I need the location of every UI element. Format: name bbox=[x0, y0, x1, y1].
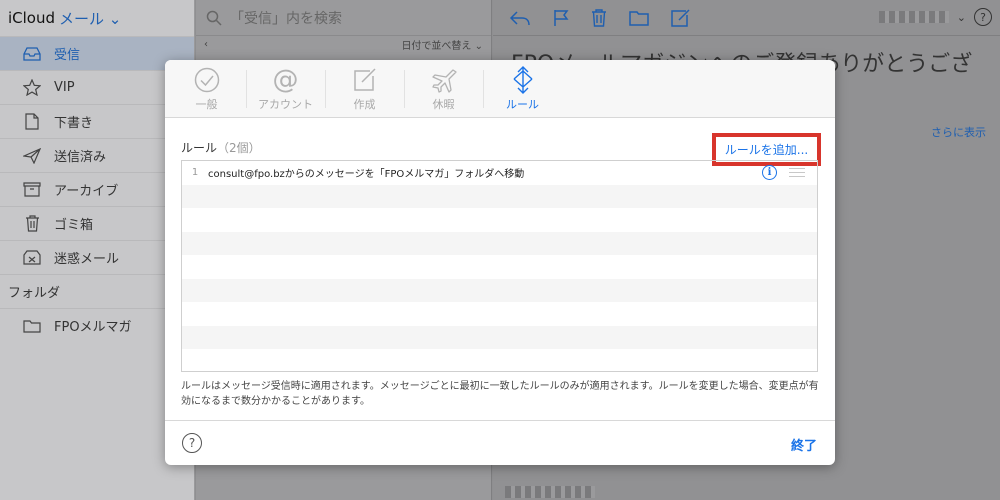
rules-list: 1 consult@fpo.bzからのメッセージを「FPOメルマガ」フォルダへ移… bbox=[181, 160, 818, 372]
compose-icon[interactable] bbox=[671, 8, 691, 27]
trash-icon[interactable] bbox=[591, 8, 607, 27]
account-name-blurred[interactable] bbox=[878, 11, 949, 23]
reply-icon[interactable] bbox=[509, 10, 531, 26]
sidebar-item-label: 下書き bbox=[54, 116, 94, 131]
show-more-link[interactable]: さらに表示 bbox=[931, 124, 986, 140]
folder-icon[interactable] bbox=[629, 10, 649, 26]
rules-count: （2個） bbox=[217, 141, 261, 155]
tab-label: 休暇 bbox=[432, 97, 455, 111]
airplane-icon bbox=[431, 66, 457, 94]
checkmark-circle-icon bbox=[194, 66, 220, 94]
empty-row bbox=[182, 325, 817, 349]
tab-label: ルール bbox=[506, 97, 539, 111]
empty-row bbox=[182, 349, 817, 371]
preferences-dialog: 一般 @ アカウント 作成 休暇 ルール ルール（2個） ルールを追加... 1… bbox=[165, 60, 835, 465]
sidebar-item-label: 受信 bbox=[54, 48, 81, 63]
account-area: ⌄ ? bbox=[878, 8, 992, 26]
compose-icon bbox=[353, 66, 377, 94]
rule-row[interactable]: 1 consult@fpo.bzからのメッセージを「FPOメルマガ」フォルダへ移… bbox=[182, 161, 817, 185]
tab-label: アカウント bbox=[258, 97, 313, 111]
sidebar-item-label: FPOメルマガ bbox=[54, 320, 132, 335]
rules-note: ルールはメッセージ受信時に適用されます。メッセージごとに最初に一致したルールのみ… bbox=[181, 381, 819, 407]
tab-label: 作成 bbox=[353, 97, 376, 111]
inbox-icon bbox=[22, 45, 42, 63]
sidebar-item-label: VIP bbox=[54, 80, 75, 95]
tab-label: 一般 bbox=[195, 97, 218, 111]
drag-handle-icon[interactable] bbox=[789, 168, 805, 180]
tab-compose[interactable]: 作成 bbox=[325, 60, 404, 117]
collapse-chevron-icon[interactable]: ‹ bbox=[204, 39, 208, 50]
sort-dropdown[interactable]: 日付で並べ替え ⌄ bbox=[401, 37, 483, 52]
search-bar[interactable]: 「受信」内を検索 bbox=[196, 0, 491, 36]
tab-general[interactable]: 一般 bbox=[167, 60, 246, 117]
search-icon bbox=[206, 10, 222, 26]
star-icon bbox=[22, 79, 42, 97]
done-button[interactable]: 終了 bbox=[791, 435, 817, 454]
dialog-footer: ? 終了 bbox=[165, 420, 835, 465]
archive-box-icon bbox=[22, 181, 42, 199]
tab-rules[interactable]: ルール bbox=[483, 60, 562, 117]
sidebar-item-label: ゴミ箱 bbox=[54, 218, 94, 233]
app-switcher[interactable]: メール ⌄ bbox=[59, 8, 121, 29]
empty-row bbox=[182, 302, 817, 326]
document-icon bbox=[22, 113, 42, 131]
rule-number: 1 bbox=[191, 167, 199, 179]
sidebar-item-label: 迷惑メール bbox=[54, 252, 120, 267]
flag-icon[interactable] bbox=[553, 9, 569, 27]
help-icon[interactable]: ? bbox=[974, 8, 992, 26]
empty-row bbox=[182, 208, 817, 232]
rules-section-title: ルール（2個） bbox=[181, 141, 261, 155]
brand-label: iCloud bbox=[8, 9, 56, 27]
sidebar-item-label: アーカイブ bbox=[54, 184, 119, 199]
rule-description: consult@fpo.bzからのメッセージを「FPOメルマガ」フォルダへ移動 bbox=[208, 169, 525, 181]
preferences-tabs: 一般 @ アカウント 作成 休暇 ルール bbox=[165, 60, 835, 118]
empty-row bbox=[182, 231, 817, 255]
blurred-text bbox=[505, 486, 595, 498]
sidebar-item-label: 送信済み bbox=[54, 150, 107, 165]
empty-row bbox=[182, 278, 817, 302]
help-icon[interactable]: ? bbox=[182, 433, 202, 453]
search-input[interactable]: 「受信」内を検索 bbox=[230, 8, 342, 28]
tab-account[interactable]: @ アカウント bbox=[246, 60, 325, 117]
paper-plane-icon bbox=[22, 147, 42, 165]
info-icon[interactable]: i bbox=[762, 165, 777, 180]
sidebar-header: iCloud メール ⌄ bbox=[0, 0, 194, 36]
sort-bar: ‹ 日付で並べ替え ⌄ bbox=[196, 36, 491, 52]
empty-row bbox=[182, 184, 817, 208]
chevron-down-icon[interactable]: ⌄ bbox=[957, 11, 966, 24]
empty-row bbox=[182, 255, 817, 279]
folder-icon bbox=[22, 317, 42, 335]
tab-vacation[interactable]: 休暇 bbox=[404, 60, 483, 117]
at-sign-icon: @ bbox=[272, 64, 299, 95]
junk-box-icon bbox=[22, 249, 42, 267]
arrows-move-icon bbox=[510, 65, 536, 94]
trash-icon bbox=[22, 215, 42, 233]
